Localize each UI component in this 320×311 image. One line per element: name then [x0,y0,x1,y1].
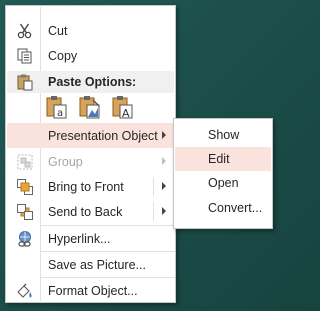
paste-keep-text-only-icon: A [112,96,133,120]
menu-item-group[interactable]: Group [7,149,174,174]
menu-item-label: Presentation Object [48,129,158,143]
menu-item-presentation-object[interactable]: Presentation Object [7,123,174,148]
split-separator [153,202,154,221]
paste-keep-source-icon: a [46,96,67,119]
menu-item-label: Bring to Front [48,180,124,194]
menu-item-send-to-back[interactable]: Send to Back [7,199,174,224]
clipboard-icon [16,73,34,91]
paste-picture-icon [79,96,100,119]
menu-item-cut[interactable]: Cut [7,18,174,43]
context-menu: Cut Copy Paste Options: a A Presentation… [5,5,176,303]
menu-item-bring-to-front[interactable]: Bring to Front [7,174,174,199]
format-object-icon [16,282,34,300]
menu-item-save-as-picture[interactable]: Save as Picture... [7,252,174,277]
split-separator [153,177,154,196]
submenu-item-edit[interactable]: Edit [175,147,271,171]
bring-to-front-icon [16,178,34,196]
submenu-arrow-icon [162,157,166,165]
group-icon [16,153,34,171]
paste-keep-source-formatting-button[interactable]: a [44,94,70,120]
presentation-object-submenu: Show Edit Open Convert... [173,118,273,229]
paste-options-header: Paste Options: [7,71,174,93]
submenu-item-open[interactable]: Open [175,171,271,195]
svg-text:a: a [57,108,63,119]
paste-picture-button[interactable] [77,94,103,120]
menu-item-label: Save as Picture... [48,258,146,272]
svg-text:A: A [122,107,130,120]
submenu-item-label: Convert... [208,201,263,215]
scissors-icon [16,22,34,40]
submenu-arrow-icon[interactable] [162,207,166,215]
menu-item-copy[interactable]: Copy [7,43,174,68]
submenu-arrow-icon[interactable] [162,182,166,190]
menu-item-label: Cut [48,24,68,38]
copy-icon [16,47,34,65]
menu-item-label: Copy [48,49,78,63]
hyperlink-icon [16,230,34,248]
submenu-item-label: Edit [208,152,230,166]
menu-item-label: Group [48,155,83,169]
paste-keep-text-only-button[interactable]: A [110,94,136,120]
paste-buttons-row: a A [44,94,154,122]
menu-item-hyperlink[interactable]: Hyperlink... [7,226,174,251]
submenu-item-label: Open [208,176,239,190]
paste-options-label: Paste Options: [48,75,137,89]
submenu-item-convert[interactable]: Convert... [175,196,271,220]
menu-item-label: Send to Back [48,205,123,219]
submenu-item-show[interactable]: Show [175,123,271,147]
send-to-back-icon [16,203,34,221]
menu-item-format-object[interactable]: Format Object... [7,278,174,303]
menu-item-label: Hyperlink... [48,232,111,246]
menu-item-label: Format Object... [48,284,138,298]
submenu-arrow-icon [162,131,166,139]
submenu-item-label: Show [208,128,240,142]
